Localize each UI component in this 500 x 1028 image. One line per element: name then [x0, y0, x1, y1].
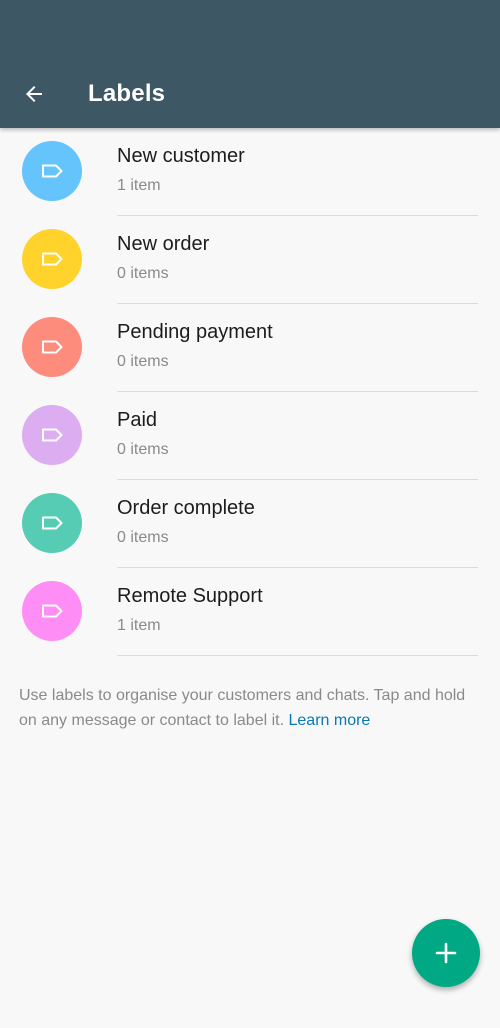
label-avatar — [22, 317, 82, 377]
label-tag-icon — [42, 164, 63, 178]
back-button[interactable] — [14, 74, 54, 114]
label-avatar — [22, 141, 82, 201]
divider — [117, 655, 478, 656]
label-tag-icon — [42, 428, 63, 442]
info-text: Use labels to organise your customers an… — [19, 687, 466, 729]
labels-screen: Labels New customer 1 item New order 0 i… — [0, 0, 500, 1028]
label-avatar — [22, 229, 82, 289]
add-label-button[interactable] — [412, 919, 480, 987]
app-bar: Labels — [0, 0, 500, 128]
labels-list: New customer 1 item New order 0 items Pe… — [0, 128, 500, 656]
label-count: 0 items — [117, 265, 169, 282]
label-count: 1 item — [117, 177, 161, 194]
label-tag-icon — [42, 340, 63, 354]
label-row-new-customer[interactable]: New customer 1 item — [0, 128, 500, 216]
plus-icon — [435, 942, 457, 964]
label-tag-icon — [42, 604, 63, 618]
arrow-left-icon — [26, 86, 42, 102]
label-name: New order — [117, 233, 210, 255]
label-name: New customer — [117, 145, 245, 167]
label-name: Paid — [117, 409, 158, 431]
learn-more-link[interactable]: Learn more — [289, 712, 371, 729]
label-row-remote-support[interactable]: Remote Support 1 item — [0, 568, 500, 656]
label-name: Remote Support — [117, 585, 263, 607]
label-count: 1 item — [117, 617, 161, 634]
label-row-pending-payment[interactable]: Pending payment 0 items — [0, 304, 500, 392]
label-count: 0 items — [117, 529, 169, 546]
label-row-order-complete[interactable]: Order complete 0 items — [0, 480, 500, 568]
label-count: 0 items — [117, 353, 169, 370]
labels-info-text: Use labels to organise your customers an… — [19, 683, 481, 733]
page-title: Labels — [88, 80, 166, 107]
label-row-new-order[interactable]: New order 0 items — [0, 216, 500, 304]
label-avatar — [22, 493, 82, 553]
label-name: Order complete — [117, 497, 255, 519]
label-avatar — [22, 405, 82, 465]
label-name: Pending payment — [117, 321, 273, 343]
label-tag-icon — [42, 516, 63, 530]
label-tag-icon — [42, 252, 63, 266]
label-row-paid[interactable]: Paid 0 items — [0, 392, 500, 480]
label-count: 0 items — [117, 441, 169, 458]
label-avatar — [22, 581, 82, 641]
